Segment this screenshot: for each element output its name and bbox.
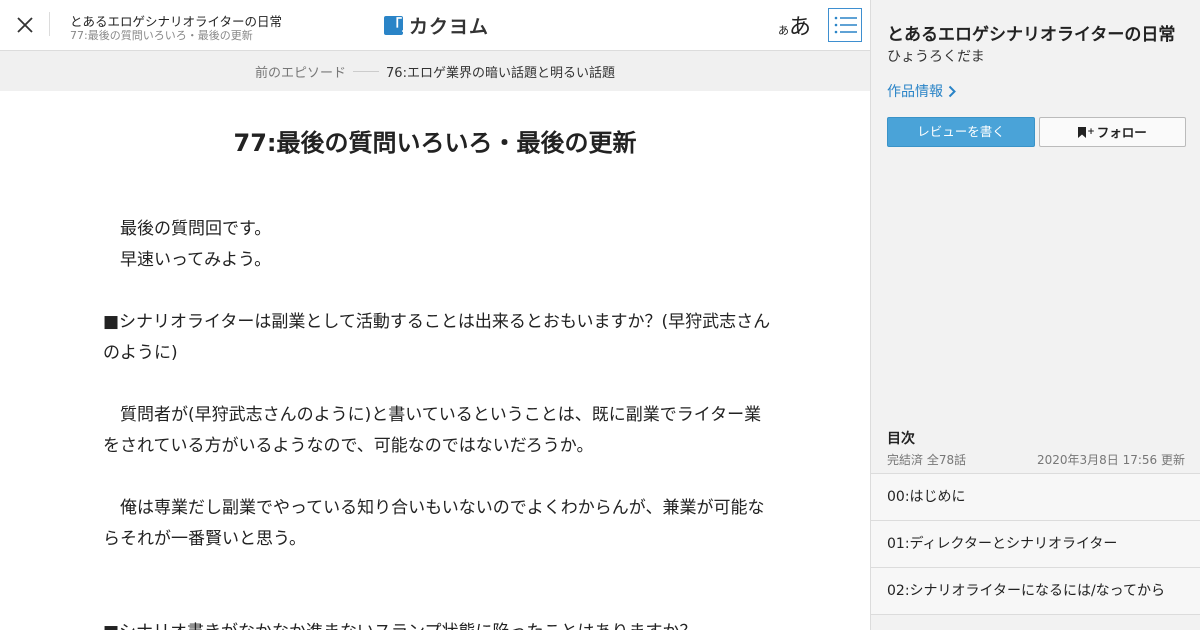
toc-status: 完結済 全78話 <box>887 453 967 467</box>
toc-updated: 2020年3月8日 17:56 更新 <box>1036 453 1185 467</box>
bookmark-icon <box>1078 127 1087 138</box>
body-paragraph <box>103 276 773 307</box>
header-episode-subtitle: 77:最後の質問いろいろ・最後の更新 <box>70 29 253 42</box>
sidebar-author[interactable]: ひょうろくだま <box>887 46 985 66</box>
follow-plus: + <box>1087 127 1095 137</box>
write-review-button[interactable]: レビューを書く <box>887 117 1035 147</box>
reader-main: とあるエロゲシナリオライターの日常 77:最後の質問いろいろ・最後の更新 「」 … <box>0 0 870 630</box>
body-paragraph: 最後の質問回です。 <box>103 219 272 239</box>
header-divider <box>49 12 50 36</box>
close-button[interactable] <box>12 12 38 38</box>
toc-list: 00:はじめに 01:ディレクターとシナリオライター 02:シナリオライターになるに… <box>871 473 1200 615</box>
toc-item[interactable]: 02:シナリオライターになるには/なってから <box>871 568 1200 615</box>
follow-button[interactable]: + フォロー <box>1039 117 1186 147</box>
table-of-contents-button[interactable] <box>828 8 862 42</box>
previous-episode-label: 前のエピソード <box>255 65 347 81</box>
chevron-right-icon <box>948 85 956 97</box>
episode-title: 77:最後の質問いろいろ・最後の更新 <box>233 129 637 157</box>
logo-mark-icon: 「」 <box>384 15 417 35</box>
work-info-label: 作品情報 <box>887 84 943 100</box>
previous-episode-bar[interactable]: 前のエピソード 76:エロゲ業界の暗い話題と明るい話題 <box>0 51 870 91</box>
logo-mark-glyph: 「」 <box>387 15 418 34</box>
episode-body: 最後の質問回です。 早速いってみよう。 ■シナリオライターは副業として活動すること… <box>103 214 773 630</box>
body-paragraph <box>103 586 773 617</box>
work-info-link[interactable]: 作品情報 <box>887 81 956 101</box>
sidebar: とあるエロゲシナリオライターの日常 ひょうろくだま 作品情報 レビューを書く +… <box>870 0 1200 630</box>
body-paragraph: 俺は専業だし副業でやっている知り合いもいないのでよくわからんが、兼業が可能ならそ… <box>103 498 765 549</box>
previous-episode-link[interactable]: 76:エロゲ業界の暗い話題と明るい話題 <box>386 62 615 81</box>
body-paragraph <box>103 369 773 400</box>
body-paragraph: ■シナリオ書きがなかなか進まないスランプ状態に陥ったことはありますか？ <box>103 617 773 630</box>
list-icon <box>834 16 857 34</box>
previous-episode-separator <box>353 70 380 72</box>
toc-item[interactable]: 00:はじめに <box>871 474 1200 521</box>
follow-label: フォロー <box>1096 125 1147 140</box>
body-paragraph: 早速いってみよう。 <box>103 250 272 270</box>
toc-item[interactable]: 01:ディレクターとシナリオライター <box>871 521 1200 568</box>
font-size-small-glyph: あ <box>778 24 789 37</box>
sidebar-work-title[interactable]: とあるエロゲシナリオライターの日常 <box>887 20 1175 45</box>
body-paragraph: ■シナリオライターは副業として活動することは出来るとおもいますか？(早狩武志さん… <box>103 312 771 363</box>
close-icon <box>17 17 33 33</box>
reader-header: とあるエロゲシナリオライターの日常 77:最後の質問いろいろ・最後の更新 「」 … <box>0 0 870 51</box>
logo-text: カクヨム <box>409 15 490 38</box>
font-size-button[interactable]: ああ <box>778 9 812 40</box>
body-paragraph: 質問者が(早狩武志さんのように)と書いているということは、既に副業でライター業を… <box>103 405 762 456</box>
body-paragraph <box>103 462 773 493</box>
toc-heading: 目次 <box>887 431 915 447</box>
body-paragraph <box>103 555 773 586</box>
kakuyomu-logo[interactable]: 「」 カクヨム <box>384 12 489 38</box>
font-size-big-glyph: あ <box>789 15 812 40</box>
